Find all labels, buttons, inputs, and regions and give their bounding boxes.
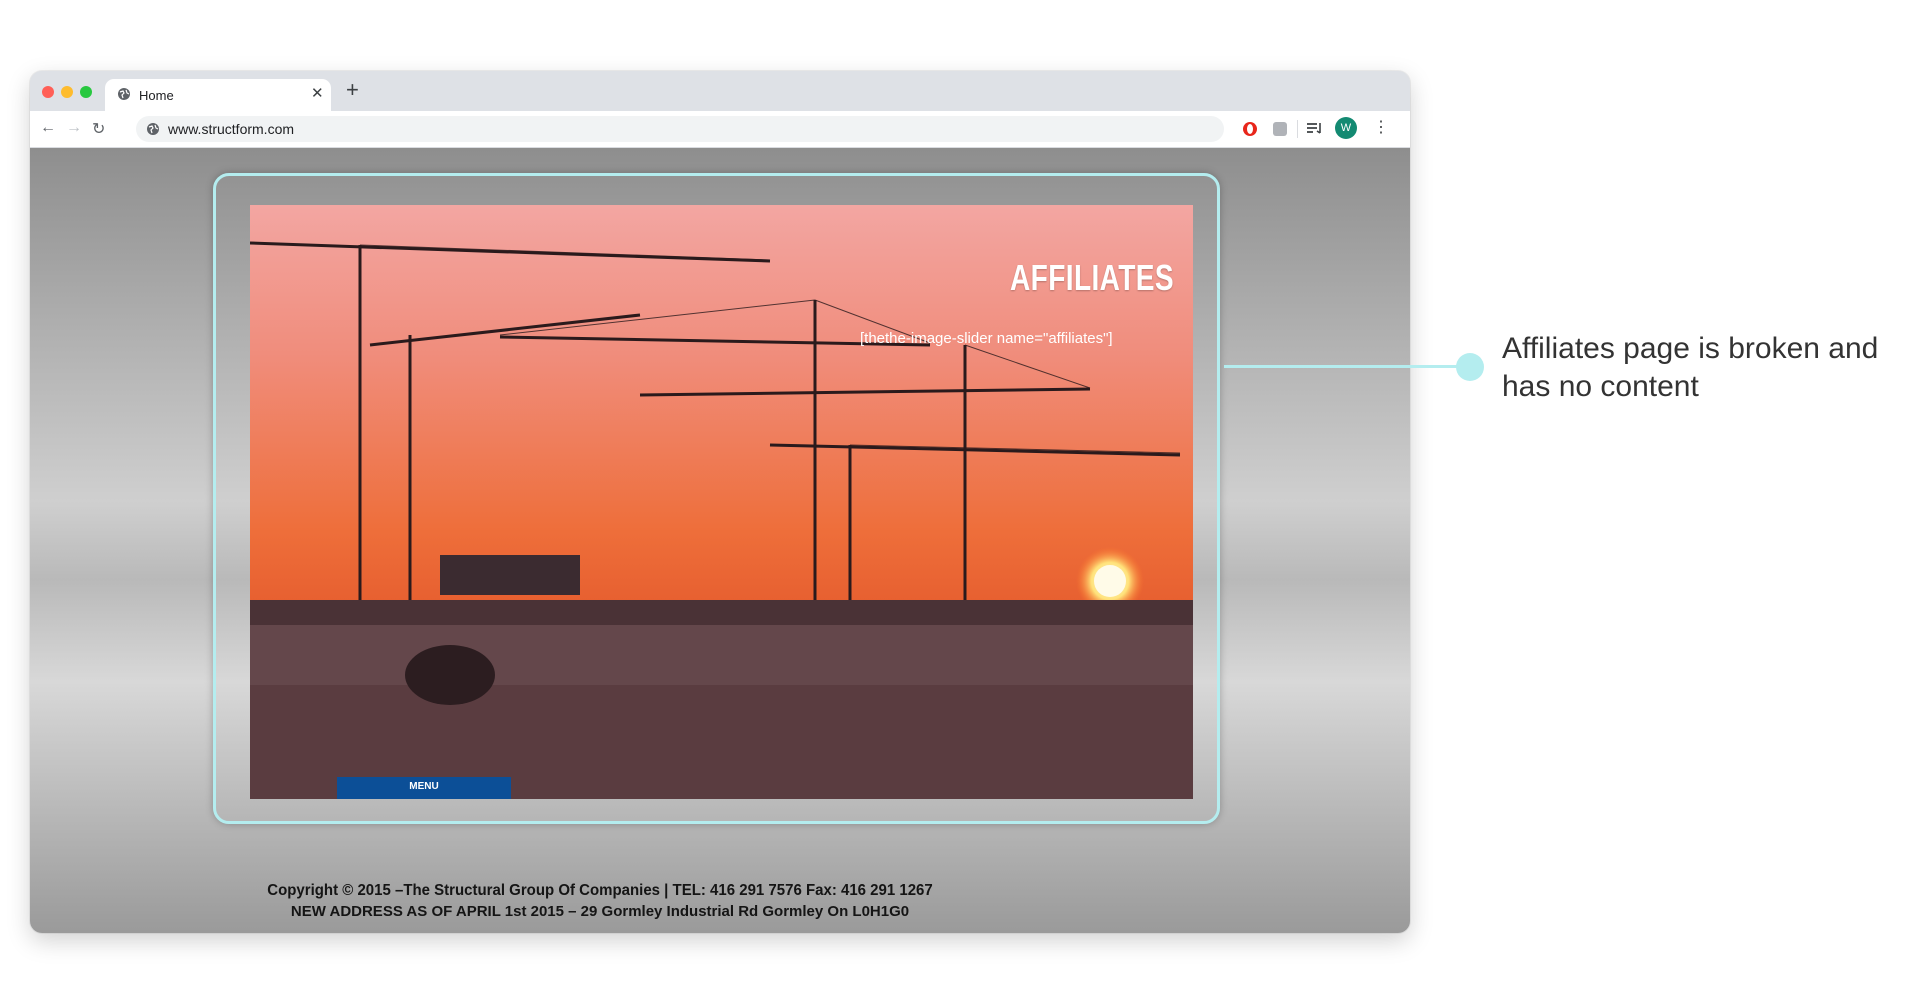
opera-extension-icon[interactable] <box>1242 121 1258 137</box>
reload-icon[interactable]: ↻ <box>92 119 105 139</box>
close-window-dot[interactable] <box>42 86 54 98</box>
annotation-text: Affiliates page is broken and has no con… <box>1502 332 1879 403</box>
reading-list-icon[interactable] <box>1306 121 1324 137</box>
site-globe-icon <box>147 123 159 135</box>
toolbar-divider <box>1297 120 1298 138</box>
globe-icon <box>118 88 130 100</box>
forward-arrow-icon[interactable]: → <box>66 119 82 137</box>
highlight-box <box>213 173 1220 824</box>
new-tab-button[interactable]: + <box>346 79 359 101</box>
tab-strip: Home ✕ + <box>30 71 1410 111</box>
footer-copyright: Copyright © 2015 –The Structural Group O… <box>267 881 933 900</box>
profile-avatar[interactable]: W <box>1335 117 1357 139</box>
annotation-dot <box>1456 353 1484 381</box>
maximize-window-dot[interactable] <box>80 86 92 98</box>
address-bar[interactable]: www.structform.com <box>136 116 1224 142</box>
extension-puzzle-icon[interactable] <box>1272 121 1288 137</box>
annotation-connector-line <box>1224 365 1462 368</box>
tab-title: Home <box>139 88 174 103</box>
back-arrow-icon[interactable]: ← <box>40 119 56 137</box>
tab-close-icon[interactable]: ✕ <box>311 84 324 102</box>
minimize-window-dot[interactable] <box>61 86 73 98</box>
tab-home[interactable]: Home ✕ <box>105 79 331 111</box>
footer-address: NEW ADDRESS AS OF APRIL 1st 2015 – 29 Go… <box>290 903 910 920</box>
url-text: www.structform.com <box>168 121 295 137</box>
more-menu-icon[interactable]: ⋮ <box>1373 117 1389 137</box>
browser-toolbar: ← → ↻ www.structform.com W ⋮ <box>30 111 1410 148</box>
